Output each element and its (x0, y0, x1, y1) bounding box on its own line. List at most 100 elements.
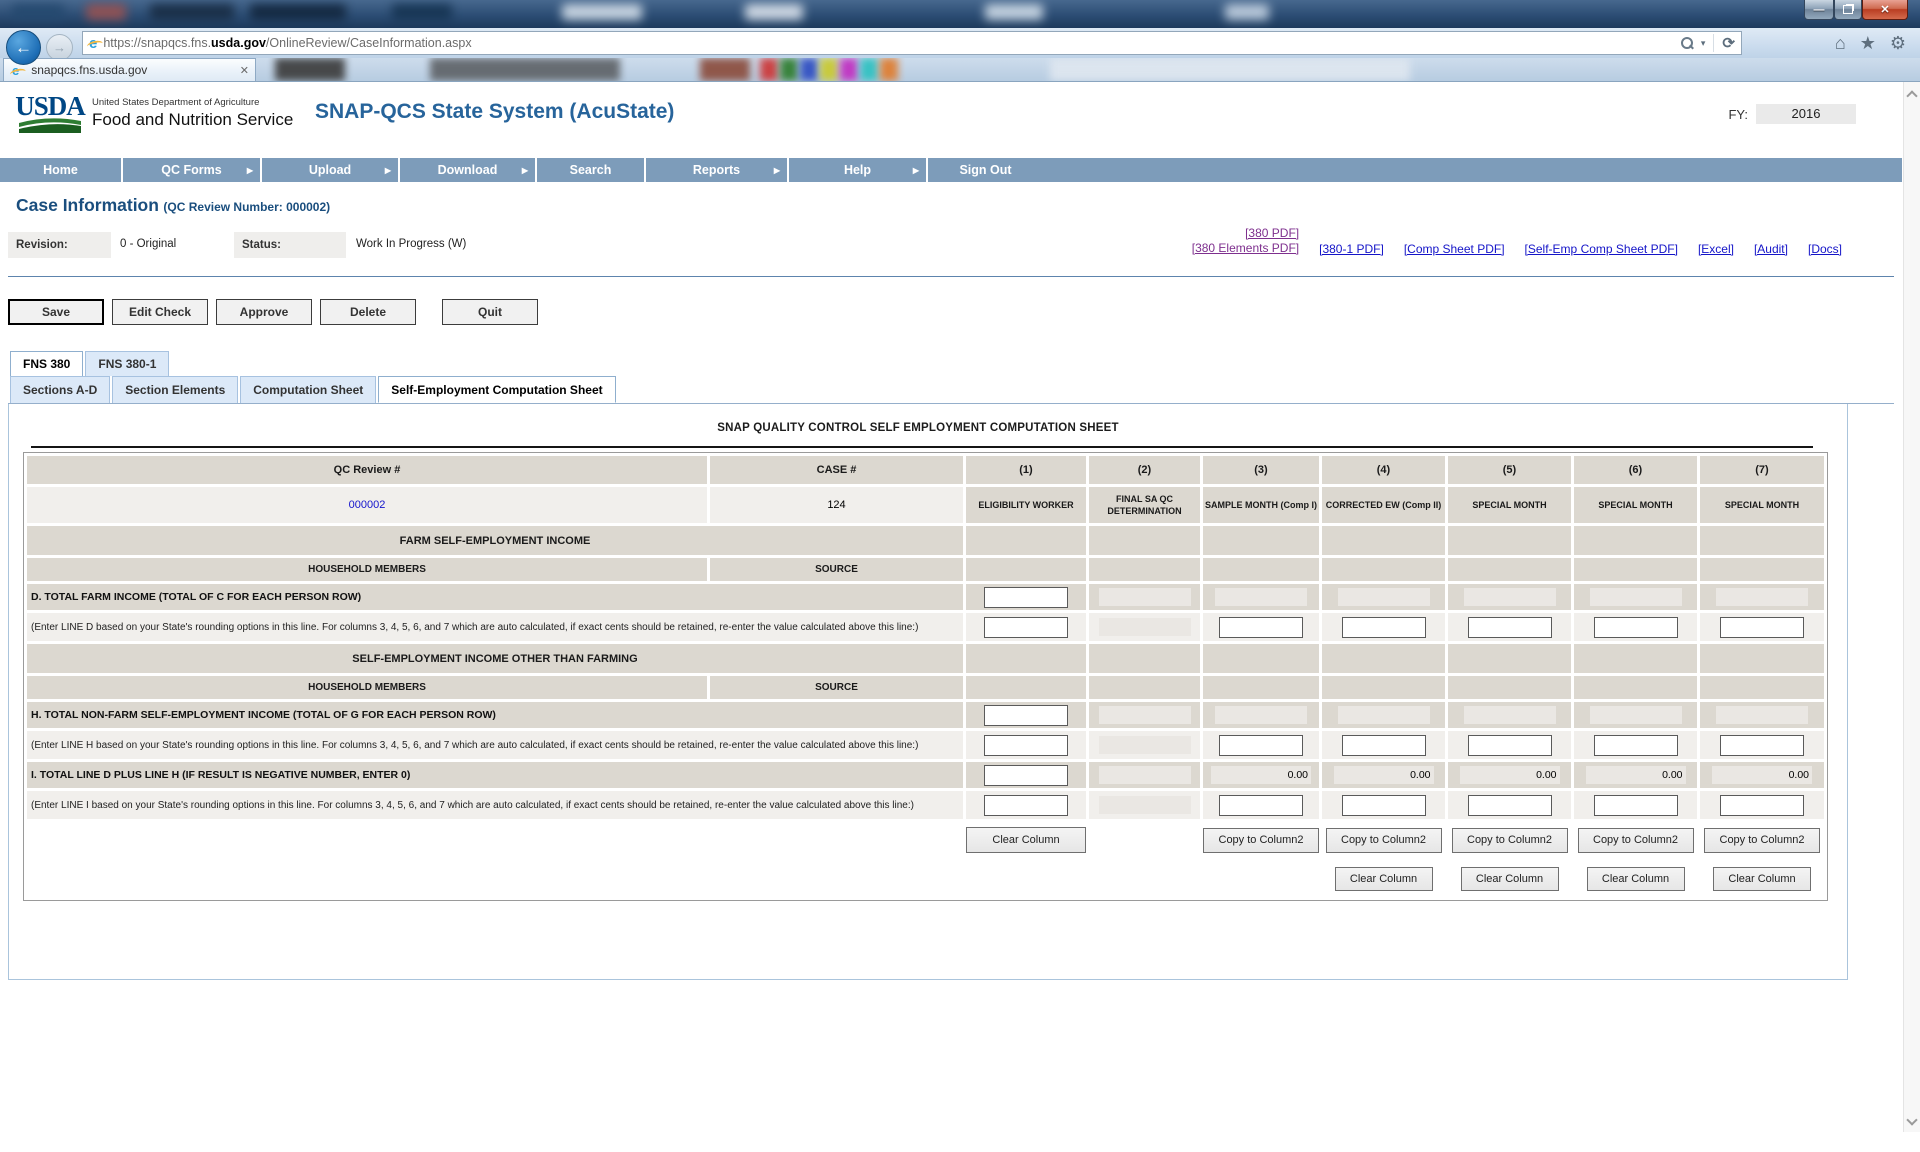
link-comp-sheet-pdf[interactable]: [Comp Sheet PDF] (1404, 242, 1505, 256)
tab-close-icon[interactable]: ✕ (240, 64, 249, 77)
minimize-button[interactable]: — (1804, 0, 1834, 20)
back-icon: ← (15, 38, 32, 58)
line-h-rounded-col3-input[interactable] (1219, 735, 1303, 756)
col-header-7: (7) (1700, 456, 1824, 484)
copy-to-column2-col6-button[interactable]: Copy to Column2 (1578, 828, 1694, 853)
line-h-col1-input[interactable] (984, 705, 1068, 726)
line-d-rounded-col6-input[interactable] (1594, 617, 1678, 638)
tab-fns-380[interactable]: FNS 380 (10, 351, 83, 376)
form-tabs: FNS 380 FNS 380-1 (8, 351, 1894, 376)
line-i-rounded-col7-input[interactable] (1720, 795, 1804, 816)
line-d-rounded-col3-input[interactable] (1219, 617, 1303, 638)
nav-item-qc-forms[interactable]: QC Forms▶ (121, 158, 260, 182)
computation-sheet-table: QC Review # CASE # (1) (2) (3) (4) (5) (… (23, 452, 1828, 901)
address-bar[interactable]: e https://snapqcs.fns.usda.gov/OnlineRev… (82, 31, 1742, 55)
line-h-row: H. TOTAL NON-FARM SELF-EMPLOYMENT INCOME… (27, 702, 1824, 728)
clear-column-7-button[interactable]: Clear Column (1713, 867, 1811, 891)
web-page: USDA United States Department of Agricul… (0, 82, 1902, 980)
link-docs[interactable]: [Docs] (1808, 242, 1842, 256)
line-i-rounded-col1-input[interactable] (984, 795, 1068, 816)
disabled-field (1590, 706, 1682, 724)
link-excel[interactable]: [Excel] (1698, 242, 1734, 256)
tab-fns-380-1[interactable]: FNS 380-1 (85, 351, 169, 376)
maximize-icon (1843, 5, 1853, 14)
line-i-rounded-col4-input[interactable] (1342, 795, 1426, 816)
line-d-rounded-col4-input[interactable] (1342, 617, 1426, 638)
col-name-final-sa-qc: FINAL SA QC DETERMINATION (1089, 487, 1200, 523)
search-icon[interactable] (1680, 37, 1693, 50)
refresh-icon[interactable]: ⟳ (1722, 34, 1735, 52)
col-name-special-month-7: SPECIAL MONTH (1700, 487, 1824, 523)
tab-sections-a-d[interactable]: Sections A-D (10, 376, 110, 403)
tab-computation-sheet[interactable]: Computation Sheet (240, 376, 376, 403)
line-h-rounded-col7-input[interactable] (1720, 735, 1804, 756)
line-h-rounded-col1-input[interactable] (984, 735, 1068, 756)
line-i-rounded-col6-input[interactable] (1594, 795, 1678, 816)
tabbar-blur-decor (780, 58, 798, 81)
forward-button[interactable]: → (46, 34, 73, 61)
settings-gear-icon[interactable]: ⚙ (1890, 34, 1906, 52)
save-button[interactable]: Save (8, 299, 104, 325)
home-icon[interactable]: ⌂ (1835, 34, 1846, 52)
line-d-col1-input[interactable] (984, 587, 1068, 608)
line-i-label: I. TOTAL LINE D PLUS LINE H (IF RESULT I… (27, 762, 963, 788)
browser-tab[interactable]: e snapqcs.fns.usda.gov ✕ (3, 58, 256, 81)
nav-item-upload[interactable]: Upload▶ (260, 158, 398, 182)
link-380-pdf[interactable]: [380 PDF] (1245, 226, 1299, 241)
scroll-down-icon[interactable] (1906, 1114, 1917, 1125)
maximize-button[interactable] (1834, 0, 1862, 20)
nav-item-search[interactable]: Search (535, 158, 644, 182)
qc-review-link[interactable]: 000002 (349, 499, 386, 511)
link-self-emp-comp-sheet-pdf[interactable]: [Self-Emp Comp Sheet PDF] (1525, 242, 1678, 256)
back-button[interactable]: ← (6, 30, 41, 65)
favorites-star-icon[interactable]: ★ (1860, 34, 1876, 52)
close-button[interactable]: ✕ (1862, 0, 1908, 20)
link-380-1-pdf[interactable]: [380-1 PDF] (1319, 242, 1384, 256)
disabled-field (1338, 588, 1430, 606)
scroll-up-icon[interactable] (1906, 90, 1917, 101)
link-380-elements-pdf[interactable]: [380 Elements PDF] (1192, 241, 1299, 256)
clear-column-1-button[interactable]: Clear Column (966, 827, 1086, 853)
line-i-rounded-col5-input[interactable] (1468, 795, 1552, 816)
submenu-arrow-icon: ▶ (913, 166, 919, 175)
household-members-label: HOUSEHOLD MEMBERS (27, 558, 707, 581)
nav-item-home[interactable]: Home (0, 158, 121, 182)
col-header-2: (2) (1089, 456, 1200, 484)
nav-item-download[interactable]: Download▶ (398, 158, 535, 182)
line-h-rounded-col5-input[interactable] (1468, 735, 1552, 756)
copy-to-column2-col3-button[interactable]: Copy to Column2 (1203, 828, 1319, 853)
line-h-rounded-col4-input[interactable] (1342, 735, 1426, 756)
clear-column-5-button[interactable]: Clear Column (1461, 867, 1559, 891)
copy-to-column2-col4-button[interactable]: Copy to Column2 (1326, 828, 1442, 853)
clear-column-6-button[interactable]: Clear Column (1587, 867, 1685, 891)
id-row: 000002 124 ELIGIBILITY WORKER FINAL SA Q… (27, 487, 1824, 523)
approve-button[interactable]: Approve (216, 299, 312, 325)
tab-section-elements[interactable]: Section Elements (112, 376, 238, 403)
edit-check-button[interactable]: Edit Check (112, 299, 208, 325)
line-i-col1-input[interactable] (984, 765, 1068, 786)
disabled-field (1716, 588, 1808, 606)
clear-column-4-button[interactable]: Clear Column (1335, 867, 1433, 891)
delete-button[interactable]: Delete (320, 299, 416, 325)
tab-self-employment-computation-sheet[interactable]: Self-Employment Computation Sheet (378, 376, 615, 403)
quit-button[interactable]: Quit (442, 299, 538, 325)
disabled-field (1099, 766, 1191, 784)
line-d-rounded-col7-input[interactable] (1720, 617, 1804, 638)
copy-to-column2-col5-button[interactable]: Copy to Column2 (1452, 828, 1568, 853)
nav-item-reports[interactable]: Reports▶ (644, 158, 787, 182)
line-d-rounded-col5-input[interactable] (1468, 617, 1552, 638)
copy-to-column2-col7-button[interactable]: Copy to Column2 (1704, 828, 1820, 853)
url-text[interactable]: https://snapqcs.fns.usda.gov/OnlineRevie… (103, 36, 1680, 50)
line-d-rounded-col1-input[interactable] (984, 617, 1068, 638)
nav-item-sign-out[interactable]: Sign Out (926, 158, 1043, 182)
line-i-rounded-col3-input[interactable] (1219, 795, 1303, 816)
titlebar-blur-decor (985, 4, 1043, 20)
search-dropdown-icon[interactable]: ▾ (1701, 38, 1706, 49)
vertical-scrollbar[interactable] (1903, 82, 1920, 1132)
col-header-6: (6) (1574, 456, 1697, 484)
nav-item-help[interactable]: Help▶ (787, 158, 926, 182)
link-audit[interactable]: [Audit] (1754, 242, 1788, 256)
line-h-rounded-col6-input[interactable] (1594, 735, 1678, 756)
farm-section-row: FARM SELF-EMPLOYMENT INCOME (27, 526, 1824, 555)
close-icon: ✕ (1880, 3, 1889, 16)
